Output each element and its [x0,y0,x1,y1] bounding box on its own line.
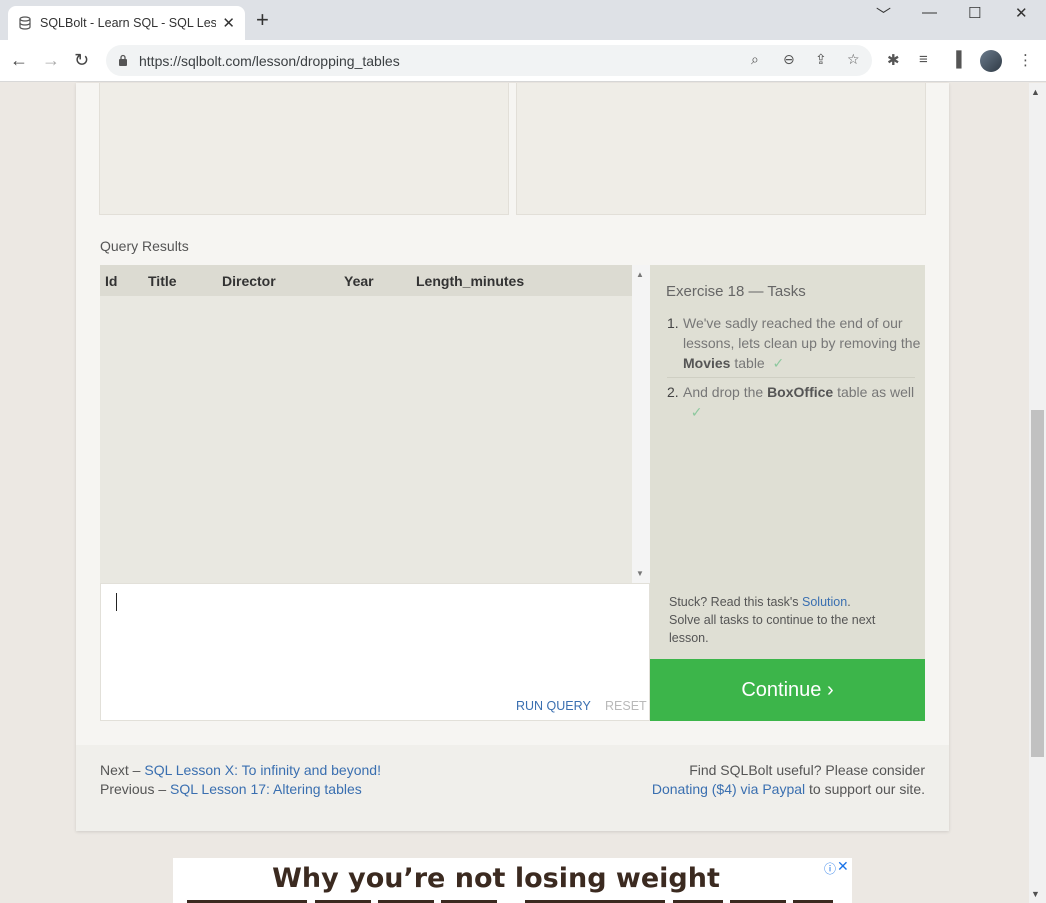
url-text: https://sqlbolt.com/lesson/dropping_tabl… [139,52,400,69]
task-divider [667,377,915,378]
tab-close-icon[interactable]: ✕ [222,14,235,32]
media-control-icon[interactable]: ≡ [919,51,928,68]
reset-button[interactable]: RESET [605,699,647,713]
task-text-after: table [730,355,765,371]
task-text-before: And drop the [683,384,768,400]
next-prefix: Next – [100,762,145,778]
solution-link[interactable]: Solution [802,595,847,609]
new-tab-button[interactable]: + [256,9,269,31]
reload-icon[interactable]: ↻ [74,50,89,71]
next-lesson-link[interactable]: SQL Lesson X: To infinity and beyond! [144,762,381,778]
ad-headline: Why you’re not losing weight [272,863,720,894]
task-number: 2. [667,384,679,400]
task-text-before: We've sadly reached the end of our lesso… [683,315,921,351]
profile-avatar[interactable] [980,50,1002,72]
page-scrollbar-thumb[interactable] [1031,410,1044,757]
tab-search-icon[interactable]: ﹀ [876,4,891,25]
minimize-button[interactable]: — [922,4,937,21]
close-window-button[interactable]: ✕ [1015,4,1028,22]
browser-tab[interactable]: SQLBolt - Learn SQL - SQL Lesson ✕ [8,6,245,40]
bookmark-star-icon[interactable]: ☆ [847,51,860,68]
database-icon [19,16,31,30]
forward-icon[interactable]: → [42,50,60,71]
check-icon: ✓ [772,355,785,371]
share-icon[interactable]: ⇪ [815,51,827,68]
donate-link[interactable]: Donating ($4) via Paypal [652,781,805,797]
lock-icon [119,54,127,66]
address-bar[interactable]: https://sqlbolt.com/lesson/dropping_tabl… [106,45,872,76]
task-text: And drop the BoxOffice table as well ✓ [683,382,923,422]
task-number: 1. [667,315,679,331]
maximize-button[interactable]: ☐ [968,4,981,22]
stuck-prefix: Stuck? Read this task's [669,595,803,609]
scroll-down-arrow-icon[interactable]: ▼ [636,569,644,578]
extensions-icon[interactable]: ✱ [887,51,900,69]
stuck-suffix: . [847,595,851,609]
previous-lesson-link[interactable]: SQL Lesson 17: Altering tables [170,781,362,797]
tab-title: SQLBolt - Learn SQL - SQL Lesson [40,16,217,30]
task-bold-table-name: Movies [683,355,731,371]
page-scroll-up-icon[interactable]: ▲ [1031,87,1040,97]
table-preview-left [99,83,509,215]
run-query-button[interactable]: RUN QUERY [516,699,591,713]
column-header-length-minutes: Length_minutes [416,273,525,289]
stuck-help-text: Stuck? Read this task's Solution. Solve … [669,593,899,647]
query-results-label: Query Results [100,238,189,254]
tasks-panel: Exercise 18 — Tasks 1. We've sadly reach… [650,265,925,659]
donate-suffix: to support our site. [805,781,925,797]
ad-close-icon[interactable]: ✕ [837,858,849,875]
check-icon: ✓ [690,404,703,420]
table-preview-right [516,83,926,215]
continue-button[interactable]: Continue › [650,659,925,721]
zoom-out-icon[interactable]: ⊖ [783,51,795,68]
search-icon[interactable]: ⌕ [751,51,759,68]
previous-lesson-line: Previous – SQL Lesson 17: Altering table… [100,781,362,797]
advertisement-banner[interactable]: Why you’re not losing weight ⓘ ✕ [173,858,852,903]
text-caret [116,593,117,611]
column-header-id: Id [105,273,118,289]
task-text: We've sadly reached the end of our lesso… [683,313,923,373]
task-text-after: table as well [833,384,915,400]
previous-prefix: Previous – [100,781,171,797]
solve-all-text: Solve all tasks to continue to the next … [669,613,876,645]
menu-kebab-icon[interactable]: ⋮ [1018,51,1033,69]
browser-tab-bar: SQLBolt - Learn SQL - SQL Lesson ✕ + ﹀ —… [0,0,1046,40]
column-header-title: Title [148,273,177,289]
donate-line: Donating ($4) via Paypal to support our … [652,781,925,797]
results-scrollbar[interactable]: ▲ ▼ [632,265,650,583]
page-scroll-down-icon[interactable]: ▼ [1031,889,1040,899]
ad-info-icon[interactable]: ⓘ [824,860,836,877]
task-item: 1. We've sadly reached the end of our le… [667,313,920,373]
task-bold-table-name: BoxOffice [767,384,834,400]
sql-query-editor[interactable]: RUN QUERY RESET [100,583,650,721]
next-lesson-line: Next – SQL Lesson X: To infinity and bey… [100,762,381,778]
column-header-director: Director [222,273,276,289]
scroll-up-arrow-icon[interactable]: ▲ [636,270,644,279]
back-icon[interactable]: ← [10,50,28,71]
column-header-year: Year [344,273,374,289]
results-header-row: Id Title Director Year Length_minutes [100,265,632,296]
tasks-title: Exercise 18 — Tasks [666,283,806,300]
useful-text: Find SQLBolt useful? Please consider [689,762,925,778]
task-item: 2. And drop the BoxOffice table as well … [667,382,917,422]
query-results-table: Id Title Director Year Length_minutes [100,265,632,583]
side-panel-icon[interactable]: ▐ [951,51,962,68]
